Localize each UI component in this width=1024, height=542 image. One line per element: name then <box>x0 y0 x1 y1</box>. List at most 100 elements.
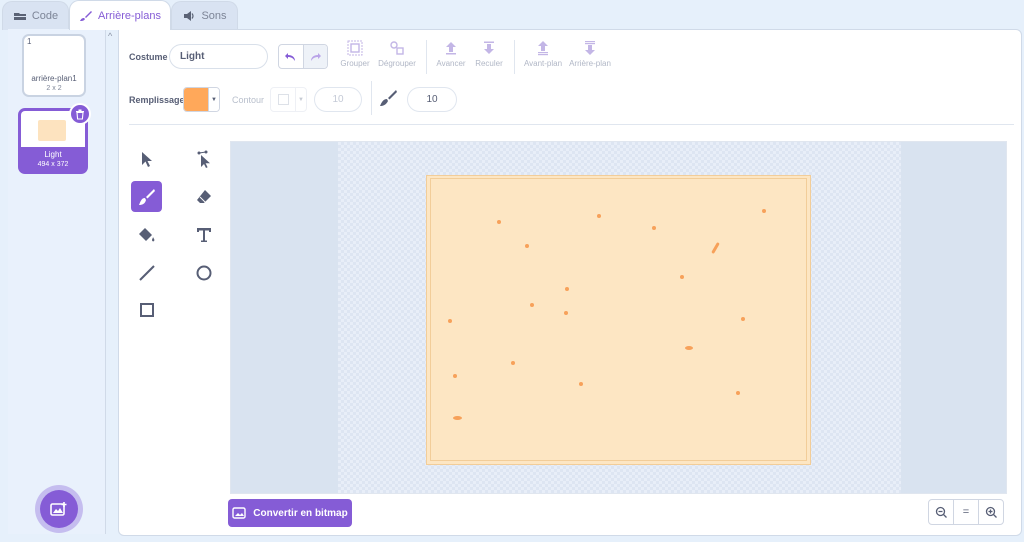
costume-number: 2 <box>24 112 29 121</box>
image-icon <box>232 507 246 519</box>
paint-stroke <box>453 416 462 420</box>
reshape-tool[interactable] <box>188 143 219 174</box>
select-tool[interactable] <box>131 143 162 174</box>
delete-costume-button[interactable] <box>69 103 91 125</box>
undo-button[interactable] <box>279 45 304 68</box>
redo-icon <box>310 52 321 61</box>
speaker-icon <box>184 11 195 21</box>
outline-label: Contour <box>232 95 265 105</box>
zoom-out-icon <box>935 506 947 518</box>
paint-dot <box>762 209 766 213</box>
circle-icon <box>196 265 211 280</box>
move-to-front-icon <box>538 41 548 56</box>
costume-item[interactable]: 1 arrière-plan1 2 x 2 <box>22 34 86 97</box>
backward-button[interactable]: Reculer <box>467 40 511 68</box>
fill-color-picker[interactable]: ▼ <box>183 87 220 112</box>
rectangle-icon <box>139 302 154 317</box>
paint-dot <box>564 311 568 315</box>
back-button[interactable]: Arrière-plan <box>568 40 612 68</box>
toolbar-divider <box>426 40 427 74</box>
costume-size: 494 x 372 <box>37 161 69 168</box>
paint-bucket-icon <box>138 227 154 241</box>
toolbar-divider <box>371 81 372 115</box>
tab-sounds[interactable]: Sons <box>171 1 238 30</box>
tab-backdrops-label: Arrière-plans <box>98 9 161 22</box>
costume-name-field[interactable]: Light <box>169 44 268 69</box>
tab-code[interactable]: Code <box>2 1 69 30</box>
paint-dot <box>448 319 452 323</box>
ungroup-button[interactable]: Dégrouper <box>375 40 419 68</box>
zoom-in-icon <box>985 506 997 518</box>
scroll-up-icon[interactable]: ^ <box>108 31 112 41</box>
add-image-icon <box>50 502 67 516</box>
paint-dot <box>453 374 457 378</box>
line-tool[interactable] <box>131 257 162 288</box>
paintbrush-icon <box>80 10 93 21</box>
undo-redo-group <box>278 44 328 69</box>
backdrop-shape[interactable] <box>426 175 811 465</box>
tab-backdrops[interactable]: Arrière-plans <box>69 0 171 30</box>
rectangle-tool[interactable] <box>131 294 162 325</box>
reshape-icon <box>197 150 210 168</box>
costume-thumbnail <box>38 120 66 141</box>
outline-color-picker[interactable]: ▼ <box>270 87 307 112</box>
ungroup-icon <box>390 41 404 55</box>
paint-dot <box>565 287 569 291</box>
front-button[interactable]: Avant-plan <box>521 40 565 68</box>
paint-dot <box>525 244 529 248</box>
paint-dot <box>579 382 583 386</box>
editor-tabs: Code Arrière-plans Sons <box>0 0 1024 30</box>
tab-code-label: Code <box>31 10 59 22</box>
paint-dot <box>680 275 684 279</box>
add-backdrop-button[interactable] <box>40 490 78 528</box>
undo-icon <box>285 52 296 61</box>
paint-stroke <box>685 346 693 350</box>
costume-size: 2 x 2 <box>46 85 62 92</box>
toolbar-divider <box>514 40 515 74</box>
text-tool[interactable] <box>188 219 219 250</box>
ungroup-label: Dégrouper <box>378 59 416 68</box>
forward-label: Avancer <box>436 59 466 68</box>
convert-label: Convertir en bitmap <box>253 507 348 519</box>
fill-color-swatch <box>184 88 209 111</box>
trash-icon <box>76 109 84 120</box>
toolbar-separator <box>129 124 1014 125</box>
eraser-icon <box>196 189 211 203</box>
brush-size-icon <box>380 90 397 106</box>
backward-label: Reculer <box>475 59 503 68</box>
paint-dot <box>530 303 534 307</box>
costume-label: Costume <box>129 52 168 62</box>
paint-dot <box>736 391 740 395</box>
group-button[interactable]: Grouper <box>333 40 377 68</box>
text-icon <box>196 227 211 242</box>
move-forward-icon <box>446 42 456 55</box>
drawing-canvas[interactable] <box>230 141 1007 494</box>
brush-size-field[interactable]: 10 <box>407 87 457 112</box>
code-icon <box>13 13 26 20</box>
zoom-controls: = <box>928 499 1004 525</box>
costume-name: Light <box>44 150 62 159</box>
line-icon <box>138 264 155 281</box>
outline-width-field[interactable]: 10 <box>314 87 362 112</box>
move-to-back-icon <box>585 41 595 55</box>
arrow-cursor-icon <box>141 151 152 167</box>
back-label: Arrière-plan <box>569 59 611 68</box>
outline-color-swatch <box>271 88 296 111</box>
zoom-out-button[interactable] <box>929 500 953 524</box>
costume-list <box>8 29 106 534</box>
zoom-reset-button[interactable]: = <box>953 500 978 524</box>
paint-dot <box>497 220 501 224</box>
brush-tool[interactable] <box>131 181 162 212</box>
front-label: Avant-plan <box>523 59 563 68</box>
convert-to-bitmap-button[interactable]: Convertir en bitmap <box>228 499 352 527</box>
zoom-in-button[interactable] <box>978 500 1003 524</box>
paint-dot <box>511 361 515 365</box>
eraser-tool[interactable] <box>188 181 219 212</box>
tab-sounds-label: Sons <box>201 10 227 22</box>
paint-editor: Costume Light Grouper Dégrouper Avancer … <box>118 29 1022 536</box>
fill-tool[interactable] <box>131 219 162 250</box>
redo-button[interactable] <box>303 45 327 68</box>
fill-label: Remplissage <box>129 95 185 105</box>
circle-tool[interactable] <box>188 257 219 288</box>
backdrop-shape-inner <box>430 178 807 461</box>
